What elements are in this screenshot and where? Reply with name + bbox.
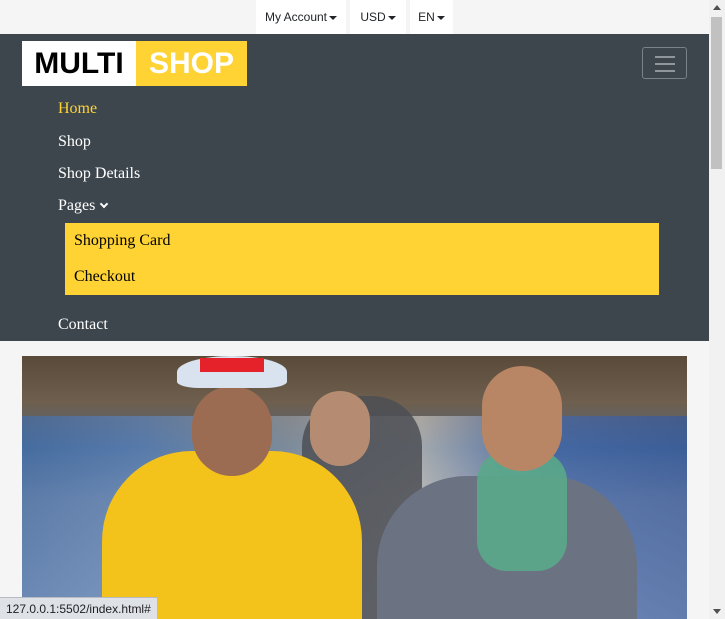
hero-figure-yellow-jacket-head	[192, 386, 272, 476]
nav-item-pages-label: Pages	[58, 197, 96, 214]
hamburger-icon-line	[655, 63, 675, 65]
hamburger-icon	[655, 56, 675, 58]
submenu-item-shopping-card[interactable]: Shopping Card	[74, 232, 170, 250]
scrollbar-thumb[interactable]	[711, 17, 722, 169]
hero-figure-yellow-jacket	[102, 451, 362, 619]
nav-item-shop-details[interactable]: Shop Details	[58, 165, 140, 183]
submenu-item-checkout[interactable]: Checkout	[74, 268, 135, 286]
my-account-dropdown[interactable]: My Account	[256, 0, 346, 34]
main-navbar: MULTI SHOP Home Shop Shop Details Pages …	[0, 34, 709, 341]
page-scrollbar[interactable]	[709, 0, 725, 619]
logo-link[interactable]: MULTI SHOP	[22, 41, 247, 86]
language-label: EN	[418, 10, 435, 24]
status-url: 127.0.0.1:5502/index.html#	[6, 601, 151, 616]
navbar-toggler-button[interactable]	[642, 47, 687, 79]
currency-dropdown[interactable]: USD	[350, 0, 406, 34]
caret-down-icon	[329, 16, 338, 20]
scroll-up-arrow-icon[interactable]	[713, 5, 721, 10]
hero-carousel-image[interactable]	[22, 356, 687, 619]
language-dropdown[interactable]: EN	[410, 0, 453, 34]
my-account-label: My Account	[264, 10, 328, 24]
hero-figure-middle-head	[310, 391, 370, 466]
hamburger-icon-line	[655, 70, 675, 72]
caret-down-icon	[436, 16, 445, 20]
pages-dropdown-menu: Shopping Card Checkout	[65, 223, 659, 295]
nav-item-pages[interactable]: Pages	[58, 197, 109, 215]
browser-status-bar: 127.0.0.1:5502/index.html#	[0, 597, 158, 619]
nav-item-home[interactable]: Home	[58, 100, 97, 118]
hero-hat-band	[200, 358, 264, 372]
nav-item-contact[interactable]: Contact	[58, 316, 108, 334]
logo-text-multi: MULTI	[22, 41, 136, 86]
hero-figure-grey-jacket-head	[482, 366, 562, 471]
nav-item-shop[interactable]: Shop	[58, 133, 91, 151]
chevron-down-icon	[100, 199, 109, 209]
scroll-down-arrow-icon[interactable]	[713, 609, 721, 614]
logo-text-shop: SHOP	[136, 41, 247, 86]
caret-down-icon	[387, 16, 396, 20]
topbar: My Account USD EN	[0, 0, 709, 34]
currency-label: USD	[360, 10, 386, 24]
